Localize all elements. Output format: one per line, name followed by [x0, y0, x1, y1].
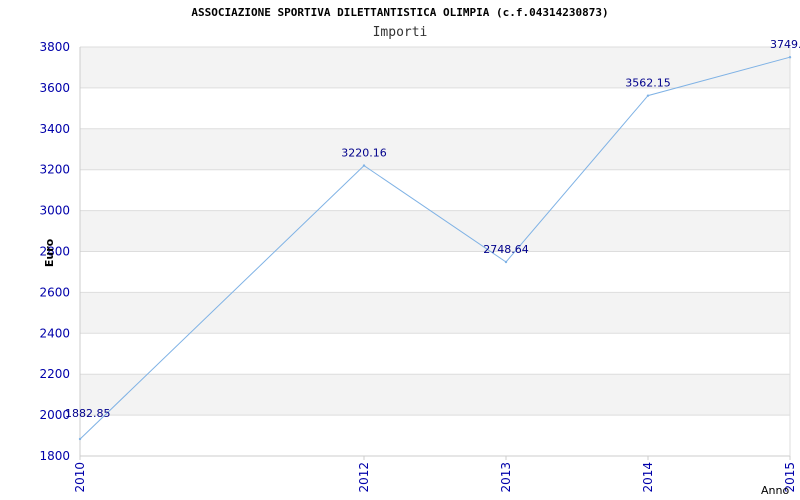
grid-band — [80, 374, 790, 416]
data-point — [788, 56, 792, 59]
data-label: 3562.15 — [625, 77, 671, 90]
y-tick-label: 2600 — [39, 285, 70, 299]
grid-band — [80, 128, 790, 170]
y-tick-label: 3800 — [39, 40, 70, 54]
x-tick-label: 2010 — [73, 462, 87, 493]
y-tick-label: 2200 — [39, 367, 70, 381]
y-tick-label: 1800 — [39, 449, 70, 463]
data-point — [78, 437, 82, 441]
x-axis-label: Anno — [761, 484, 789, 497]
y-tick-label: 3600 — [39, 81, 70, 95]
x-tick-label: 2012 — [357, 462, 371, 493]
data-point — [646, 94, 650, 97]
grid-band — [80, 210, 790, 252]
data-point — [504, 260, 508, 264]
y-tick-label: 3000 — [39, 204, 70, 218]
grid-band — [80, 292, 790, 334]
grid-band — [80, 47, 790, 88]
data-label: 1882.85 — [65, 407, 111, 420]
data-label: 3220.16 — [341, 147, 387, 160]
data-label: 2748.64 — [483, 243, 529, 256]
y-tick-label: 3200 — [39, 163, 70, 177]
chart-container: ASSOCIAZIONE SPORTIVA DILETTANTISTICA OL… — [0, 0, 800, 500]
x-tick-label: 2013 — [499, 462, 513, 493]
y-axis-label: Euro — [43, 238, 56, 267]
line-chart: 1800200022002400260028003000320034003600… — [39, 38, 800, 497]
data-point — [362, 164, 366, 167]
data-label: 3749.9 — [770, 38, 800, 51]
y-tick-label: 2400 — [39, 326, 70, 340]
x-tick-label: 2014 — [641, 462, 655, 493]
y-tick-label: 3400 — [39, 122, 70, 136]
